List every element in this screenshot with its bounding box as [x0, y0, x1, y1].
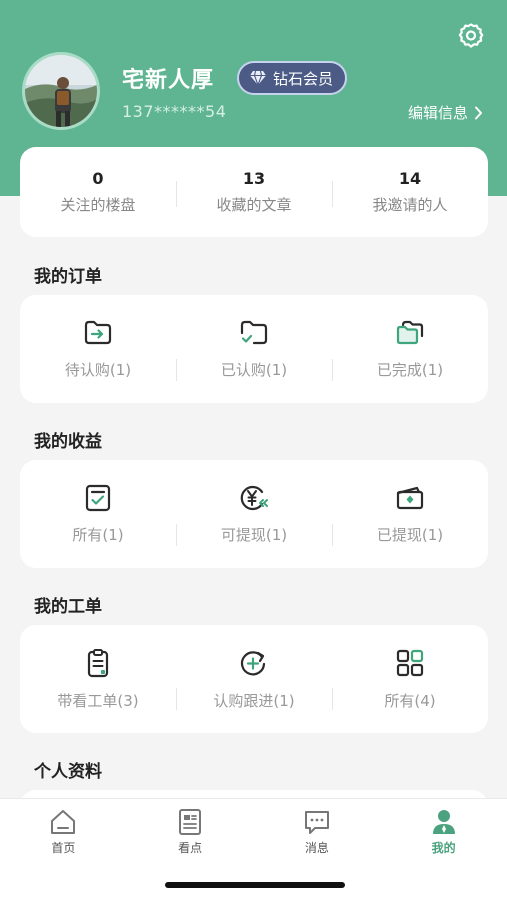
folder-stack-icon — [396, 320, 424, 344]
diamond-icon — [250, 70, 266, 86]
stat-followed-properties[interactable]: 0 关注的楼盘 — [20, 169, 176, 215]
tab-highlights-label: 看点 — [178, 841, 203, 855]
tab-home-label: 首页 — [51, 841, 76, 855]
earnings-card: 所有(1) 可提现(1) 已提现(1) — [20, 460, 488, 568]
work-orders-card: 带看工单(3) 认购跟进(1) 所有(4) — [20, 625, 488, 733]
earnings-all-label: 所有(1) — [72, 525, 124, 544]
orders-card: 待认购(1) 已认购(1) 已完成(1) — [20, 295, 488, 403]
stat-value: 14 — [398, 169, 422, 188]
earnings-withdrawn-label: 已提现(1) — [376, 525, 444, 544]
stats-card: 0 关注的楼盘 13 收藏的文章 14 我邀请的人 — [20, 147, 488, 237]
home-icon — [51, 810, 76, 834]
vip-badge-label: 钻石会员 — [273, 69, 334, 88]
message-icon — [304, 811, 329, 834]
stat-value: 0 — [92, 169, 104, 188]
checklist-icon — [85, 484, 111, 511]
avatar[interactable] — [22, 52, 100, 130]
order-completed[interactable]: 已完成(1) — [332, 319, 488, 381]
chevron-right-icon — [475, 106, 482, 119]
grid-icon — [396, 649, 424, 676]
vip-badge[interactable]: 钻石会员 — [237, 61, 348, 95]
section-title-earnings: 我的收益 — [34, 432, 102, 452]
section-title-orders: 我的订单 — [34, 267, 102, 287]
work-order-viewing[interactable]: 带看工单(3) — [20, 648, 176, 711]
yen-coin-icon — [240, 485, 268, 510]
stat-label: 我邀请的人 — [372, 196, 448, 214]
tab-home[interactable]: 首页 — [0, 799, 127, 859]
clipboard-icon — [87, 648, 109, 677]
edit-info-link[interactable]: 编辑信息 — [408, 102, 483, 123]
stat-invited-people[interactable]: 14 我邀请的人 — [332, 169, 488, 215]
work-order-all-label: 所有(4) — [384, 691, 436, 710]
folder-arrow-icon — [84, 320, 112, 344]
earnings-all[interactable]: 所有(1) — [20, 484, 176, 545]
order-completed-label: 已完成(1) — [376, 360, 444, 379]
settings-gear-icon[interactable] — [457, 22, 485, 50]
article-icon — [179, 809, 202, 835]
order-pending[interactable]: 待认购(1) — [20, 319, 176, 380]
work-order-followup-label: 认购跟进(1) — [213, 691, 295, 710]
stat-value: 13 — [242, 169, 266, 188]
work-order-viewing-label: 带看工单(3) — [57, 691, 139, 710]
user-icon — [432, 810, 455, 834]
tab-messages[interactable]: 消息 — [254, 799, 381, 859]
section-title-work-orders: 我的工单 — [34, 597, 102, 617]
order-subscribed[interactable]: 已认购(1) — [176, 319, 332, 381]
earnings-withdrawable[interactable]: 可提现(1) — [176, 484, 332, 546]
tab-messages-label: 消息 — [304, 841, 329, 855]
wallet-icon — [396, 486, 424, 509]
work-order-all[interactable]: 所有(4) — [332, 648, 488, 711]
home-indicator[interactable] — [165, 882, 345, 888]
folder-check-icon — [240, 320, 268, 344]
username: 宅新人厚 — [122, 68, 215, 93]
earnings-withdrawn[interactable]: 已提现(1) — [332, 484, 488, 546]
stat-saved-articles[interactable]: 13 收藏的文章 — [176, 169, 332, 215]
stat-label: 收藏的文章 — [216, 196, 292, 214]
section-title-personal: 个人资料 — [34, 762, 102, 782]
earnings-withdrawable-label: 可提现(1) — [220, 525, 288, 544]
phone-number: 137******54 — [122, 102, 227, 121]
refresh-plus-icon — [240, 650, 266, 675]
work-order-followup[interactable]: 认购跟进(1) — [176, 648, 332, 711]
tab-highlights[interactable]: 看点 — [127, 799, 254, 859]
tab-mine-label: 我的 — [431, 841, 456, 855]
stat-label: 关注的楼盘 — [60, 196, 136, 214]
order-pending-label: 待认购(1) — [64, 360, 132, 379]
tab-mine[interactable]: 我的 — [380, 799, 507, 859]
edit-info-label: 编辑信息 — [407, 104, 468, 122]
order-subscribed-label: 已认购(1) — [220, 360, 288, 379]
